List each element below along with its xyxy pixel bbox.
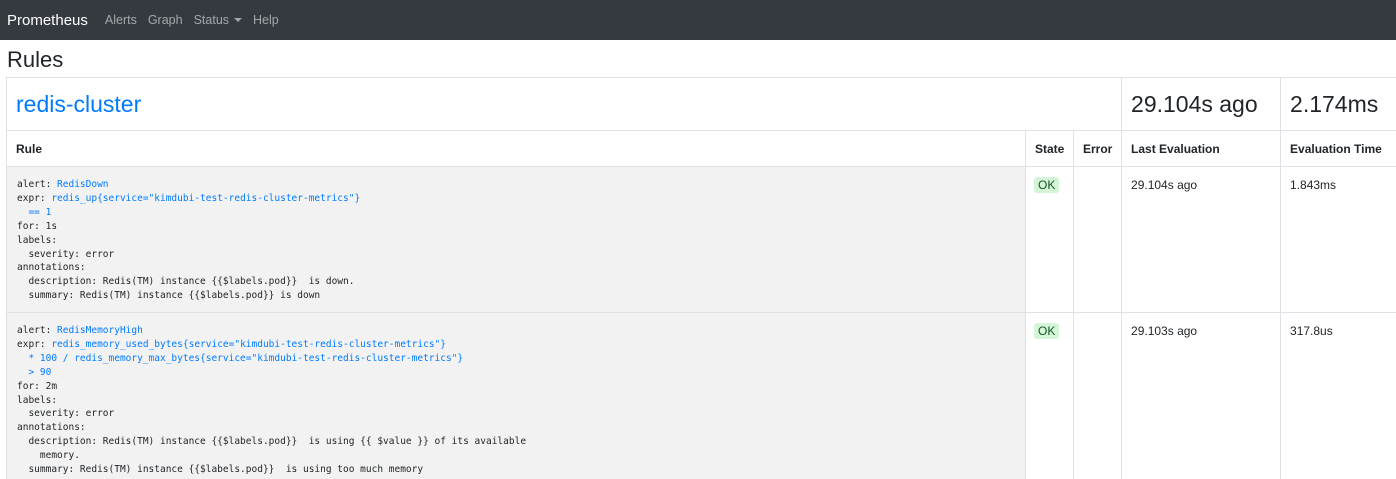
nav-status-label: Status bbox=[193, 13, 230, 27]
nav-graph[interactable]: Graph bbox=[148, 13, 183, 27]
rule-row: alert: RedisDown expr: redis_up{service=… bbox=[6, 166, 1396, 313]
column-header-last-evaluation: Last Evaluation bbox=[1121, 130, 1282, 167]
expr-link[interactable]: redis_up{service="kimdubi-test-redis-clu… bbox=[17, 193, 360, 218]
rule-last-evaluation: 29.104s ago bbox=[1131, 178, 1198, 192]
nav-help[interactable]: Help bbox=[253, 13, 279, 27]
state-badge: OK bbox=[1034, 323, 1060, 339]
navbar: Prometheus Alerts Graph Status Help bbox=[0, 0, 1396, 40]
group-name-link[interactable]: redis-cluster bbox=[7, 91, 141, 117]
brand-link[interactable]: Prometheus bbox=[7, 12, 88, 29]
nav-status[interactable]: Status bbox=[193, 13, 243, 27]
rule-evaluation-time: 317.8us bbox=[1290, 324, 1333, 338]
group-header-row: redis-cluster 29.104s ago 2.174ms bbox=[5, 77, 1396, 131]
column-header-error: Error bbox=[1072, 130, 1123, 167]
page-title: Rules bbox=[7, 47, 64, 72]
state-badge: OK bbox=[1034, 177, 1060, 193]
rules-table: redis-cluster 29.104s ago 2.174ms Rule S… bbox=[5, 77, 1396, 479]
rule-definition: alert: RedisDown expr: redis_up{service=… bbox=[6, 166, 1026, 313]
rule-evaluation-time: 1.843ms bbox=[1290, 178, 1337, 192]
alert-name-link[interactable]: RedisDown bbox=[57, 179, 108, 190]
rule-error bbox=[1072, 312, 1123, 479]
rule-definition: alert: RedisMemoryHigh expr: redis_memor… bbox=[6, 312, 1026, 479]
alert-name-link[interactable]: RedisMemoryHigh bbox=[57, 325, 143, 336]
rule-last-evaluation: 29.103s ago bbox=[1131, 324, 1198, 338]
caret-down-icon bbox=[234, 18, 243, 22]
column-header-rule: Rule bbox=[6, 130, 1026, 167]
group-last-evaluation: 29.104s ago bbox=[1131, 90, 1258, 117]
column-header-row: Rule State Error Last Evaluation Evaluat… bbox=[6, 130, 1396, 167]
expr-link[interactable]: redis_memory_used_bytes{service="kimdubi… bbox=[17, 339, 463, 378]
nav-alerts[interactable]: Alerts bbox=[105, 13, 137, 27]
rule-error bbox=[1072, 166, 1123, 313]
rule-row: alert: RedisMemoryHigh expr: redis_memor… bbox=[6, 312, 1396, 479]
group-evaluation-time: 2.174ms bbox=[1290, 90, 1379, 117]
column-header-evaluation-time: Evaluation Time bbox=[1280, 130, 1396, 167]
column-header-state: State bbox=[1025, 130, 1074, 167]
